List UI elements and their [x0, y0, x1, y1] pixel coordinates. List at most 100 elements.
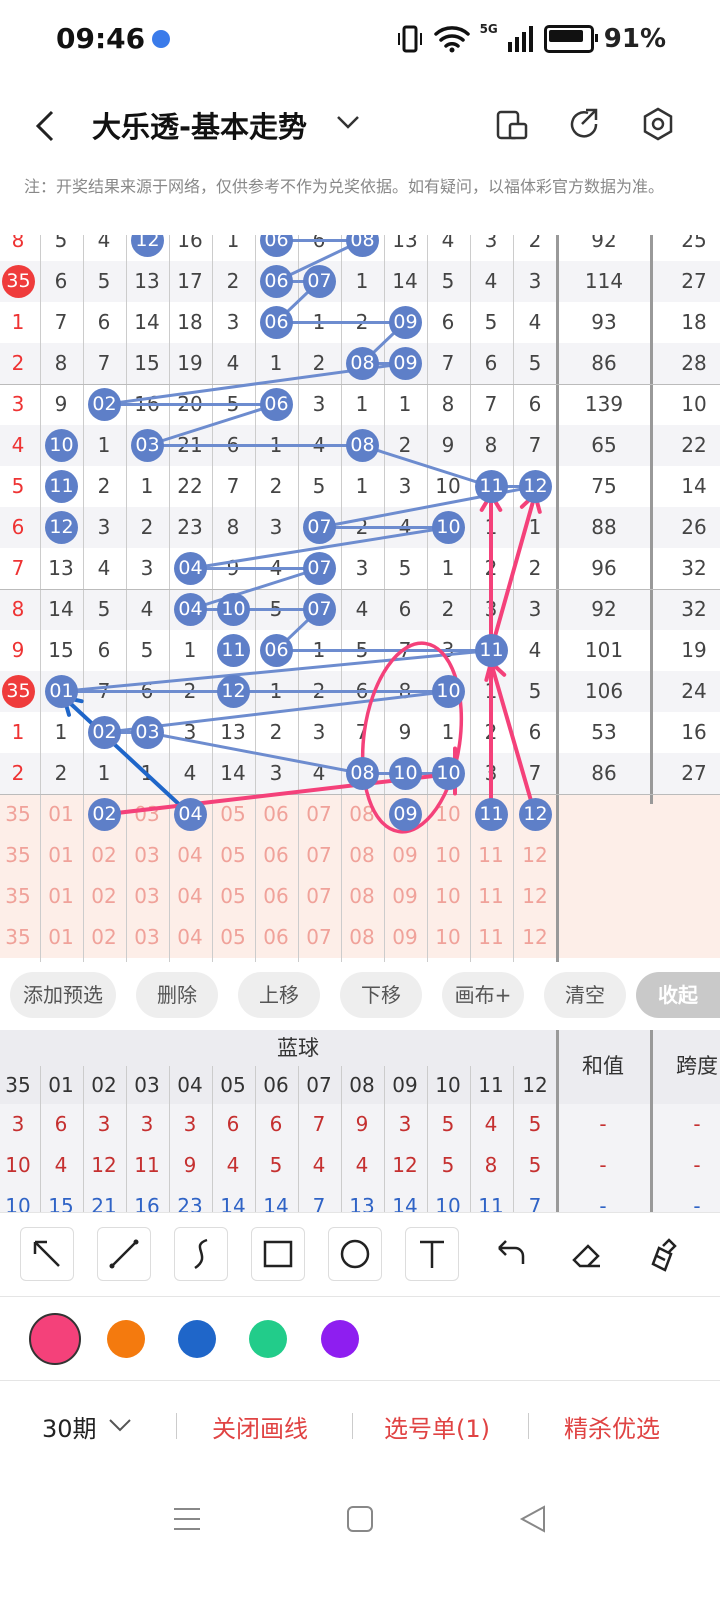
clear-brush-icon[interactable]: [636, 1227, 690, 1281]
blue-ball[interactable]: 08: [346, 347, 379, 380]
ball-option[interactable]: 09: [384, 917, 427, 958]
selected-ball[interactable]: 09: [389, 798, 422, 831]
action-pill-3[interactable]: 下移: [340, 972, 422, 1018]
ball-option[interactable]: 06: [255, 794, 298, 835]
ball-option[interactable]: 04: [169, 917, 212, 958]
color-swatch-2[interactable]: [178, 1320, 216, 1358]
blue-ball[interactable]: 12: [519, 470, 552, 503]
arrow-tool-icon[interactable]: [20, 1227, 74, 1281]
blue-ball[interactable]: 11: [475, 470, 508, 503]
selected-ball[interactable]: 11: [475, 798, 508, 831]
period-select[interactable]: 30期: [42, 1409, 97, 1444]
ball-option[interactable]: 04: [169, 876, 212, 917]
blue-ball[interactable]: 04: [174, 593, 207, 626]
ball-option[interactable]: 03: [126, 835, 169, 876]
share-icon[interactable]: [566, 106, 602, 142]
ball-option[interactable]: 08: [341, 835, 384, 876]
ball-option[interactable]: 12: [514, 876, 557, 917]
ball-option[interactable]: 05: [212, 876, 255, 917]
ball-option[interactable]: 08: [341, 917, 384, 958]
blue-ball[interactable]: 10: [389, 757, 422, 790]
action-pill-0[interactable]: 添加预选: [10, 972, 116, 1018]
blue-ball[interactable]: 12: [45, 511, 78, 544]
ball-option[interactable]: 12: [514, 917, 557, 958]
ball-option[interactable]: 06: [255, 876, 298, 917]
selected-ball[interactable]: 04: [174, 798, 207, 831]
color-swatch-4[interactable]: [321, 1320, 359, 1358]
action-pill-2[interactable]: 上移: [238, 972, 320, 1018]
ball-option[interactable]: 10: [427, 835, 470, 876]
line-tool-icon[interactable]: [97, 1227, 151, 1281]
blue-ball[interactable]: 02: [88, 388, 121, 421]
ball-option[interactable]: 03: [126, 876, 169, 917]
ball-option[interactable]: 06: [255, 917, 298, 958]
selected-ball[interactable]: 12: [519, 798, 552, 831]
ball-option[interactable]: 11: [470, 835, 513, 876]
ball-option[interactable]: 02: [83, 876, 126, 917]
color-swatch-1[interactable]: [107, 1320, 145, 1358]
ball-option[interactable]: 06: [255, 835, 298, 876]
circle-tool-icon[interactable]: [328, 1227, 382, 1281]
ball-option[interactable]: 02: [83, 917, 126, 958]
blue-ball[interactable]: 08: [346, 757, 379, 790]
ball-option[interactable]: 01: [40, 794, 83, 835]
back-icon[interactable]: [30, 108, 60, 144]
blue-ball[interactable]: 09: [389, 347, 422, 380]
ball-option[interactable]: 01: [40, 835, 83, 876]
ball-option[interactable]: 04: [169, 835, 212, 876]
ball-option[interactable]: 08: [341, 876, 384, 917]
blue-ball[interactable]: 06: [260, 388, 293, 421]
ball-option[interactable]: 12: [514, 835, 557, 876]
blue-ball[interactable]: 04: [174, 552, 207, 585]
selected-ball[interactable]: 02: [88, 798, 121, 831]
chevron-down-icon[interactable]: [336, 112, 360, 132]
blue-ball[interactable]: 10: [217, 593, 250, 626]
blue-ball[interactable]: 01: [45, 675, 78, 708]
ball-option[interactable]: 09: [384, 876, 427, 917]
blue-ball[interactable]: 12: [217, 675, 250, 708]
rect-tool-icon[interactable]: [251, 1227, 305, 1281]
blue-ball[interactable]: 07: [303, 552, 336, 585]
action-pill-1[interactable]: 删除: [136, 972, 218, 1018]
color-swatch-0[interactable]: [29, 1313, 81, 1365]
blue-ball[interactable]: 06: [260, 306, 293, 339]
best-pick-button[interactable]: 精杀优选: [564, 1409, 660, 1444]
chevron-down-icon[interactable]: [108, 1417, 132, 1433]
blue-ball[interactable]: 09: [389, 306, 422, 339]
page-title[interactable]: 大乐透-基本走势: [92, 104, 307, 146]
blue-ball[interactable]: 10: [45, 429, 78, 462]
ball-option[interactable]: 11: [470, 917, 513, 958]
blue-ball[interactable]: 03: [131, 429, 164, 462]
blue-ball[interactable]: 11: [217, 634, 250, 667]
eraser-icon[interactable]: [559, 1227, 613, 1281]
ball-option[interactable]: 07: [298, 794, 341, 835]
blue-ball[interactable]: 07: [303, 265, 336, 298]
color-swatch-3[interactable]: [249, 1320, 287, 1358]
ball-option[interactable]: 08: [341, 794, 384, 835]
ball-option[interactable]: 03: [126, 794, 169, 835]
action-pill-6[interactable]: 收起: [636, 972, 720, 1018]
blue-ball[interactable]: 10: [432, 757, 465, 790]
blue-ball[interactable]: 11: [45, 470, 78, 503]
ball-option[interactable]: 05: [212, 794, 255, 835]
pick-list-button[interactable]: 选号单(1): [384, 1409, 490, 1444]
action-pill-5[interactable]: 清空: [544, 972, 626, 1018]
blue-ball[interactable]: 06: [260, 634, 293, 667]
ball-option[interactable]: 07: [298, 917, 341, 958]
trend-chart[interactable]: 8 5 4 12 16 1 06 6 08 13 4 3 2 92 25 35 6 5 13 17 2 06 07 1 14 5 4…: [0, 235, 720, 962]
ball-option[interactable]: 07: [298, 876, 341, 917]
action-pill-4[interactable]: 画布+: [442, 972, 524, 1018]
close-draw-button[interactable]: 关闭画线: [212, 1409, 308, 1444]
device-icon[interactable]: [494, 106, 530, 142]
blue-ball[interactable]: 07: [303, 511, 336, 544]
settings-icon[interactable]: [640, 106, 676, 142]
blue-ball[interactable]: 11: [475, 634, 508, 667]
home-icon[interactable]: [345, 1504, 375, 1534]
menu-icon[interactable]: [172, 1504, 202, 1534]
ball-option[interactable]: 11: [470, 876, 513, 917]
stats-table[interactable]: 蓝球 和值 跨度 35 01 02 03 04 05 06 07 08 09 10 11 12 3 6 3 3 3 6 6 7…: [0, 1030, 720, 1212]
ball-option[interactable]: 10: [427, 794, 470, 835]
ball-option[interactable]: 10: [427, 876, 470, 917]
ball-option[interactable]: 02: [83, 835, 126, 876]
ball-option[interactable]: 07: [298, 835, 341, 876]
